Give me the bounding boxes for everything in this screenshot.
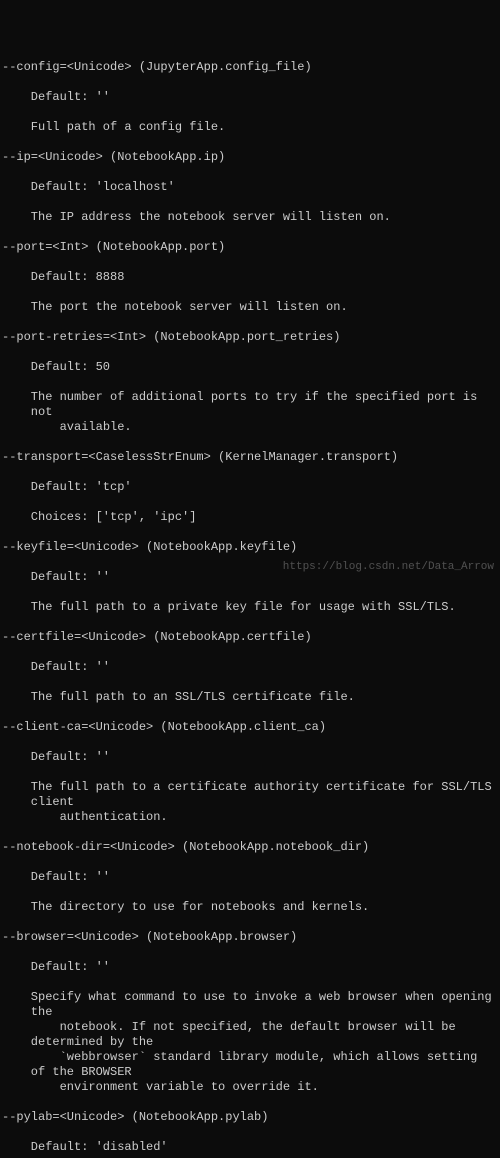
option-description: The IP address the notebook server will … bbox=[2, 210, 498, 225]
option-default: Default: '' bbox=[2, 660, 498, 675]
option-default: Default: '' bbox=[2, 870, 498, 885]
option-name: --config=<Unicode> (JupyterApp.config_fi… bbox=[2, 60, 498, 75]
option-description: The port the notebook server will listen… bbox=[2, 300, 498, 315]
option-default: Default: '' bbox=[2, 90, 498, 105]
option-description: The full path to a private key file for … bbox=[2, 600, 498, 615]
option-description: The directory to use for notebooks and k… bbox=[2, 900, 498, 915]
option-default: Default: '' bbox=[2, 750, 498, 765]
option-description: Specify what command to use to invoke a … bbox=[2, 990, 498, 1095]
option-name: --browser=<Unicode> (NotebookApp.browser… bbox=[2, 930, 498, 945]
terminal-output: --config=<Unicode> (JupyterApp.config_fi… bbox=[0, 60, 500, 1158]
option-name: --certfile=<Unicode> (NotebookApp.certfi… bbox=[2, 630, 498, 645]
option-name: --keyfile=<Unicode> (NotebookApp.keyfile… bbox=[2, 540, 498, 555]
option-default: Default: 'localhost' bbox=[2, 180, 498, 195]
option-name: --pylab=<Unicode> (NotebookApp.pylab) bbox=[2, 1110, 498, 1125]
option-default: Default: 8888 bbox=[2, 270, 498, 285]
option-choices: Choices: ['tcp', 'ipc'] bbox=[2, 510, 498, 525]
option-name: --ip=<Unicode> (NotebookApp.ip) bbox=[2, 150, 498, 165]
option-name: --notebook-dir=<Unicode> (NotebookApp.no… bbox=[2, 840, 498, 855]
option-default: Default: 'disabled' bbox=[2, 1140, 498, 1155]
option-description: The number of additional ports to try if… bbox=[2, 390, 498, 435]
option-name: --transport=<CaselessStrEnum> (KernelMan… bbox=[2, 450, 498, 465]
option-name: --port=<Int> (NotebookApp.port) bbox=[2, 240, 498, 255]
option-name: --port-retries=<Int> (NotebookApp.port_r… bbox=[2, 330, 498, 345]
option-description: The full path to an SSL/TLS certificate … bbox=[2, 690, 498, 705]
option-default: Default: '' bbox=[2, 570, 498, 585]
option-description: The full path to a certificate authority… bbox=[2, 780, 498, 825]
option-description: Full path of a config file. bbox=[2, 120, 498, 135]
option-name: --client-ca=<Unicode> (NotebookApp.clien… bbox=[2, 720, 498, 735]
option-default: Default: '' bbox=[2, 960, 498, 975]
option-default: Default: 50 bbox=[2, 360, 498, 375]
option-default: Default: 'tcp' bbox=[2, 480, 498, 495]
